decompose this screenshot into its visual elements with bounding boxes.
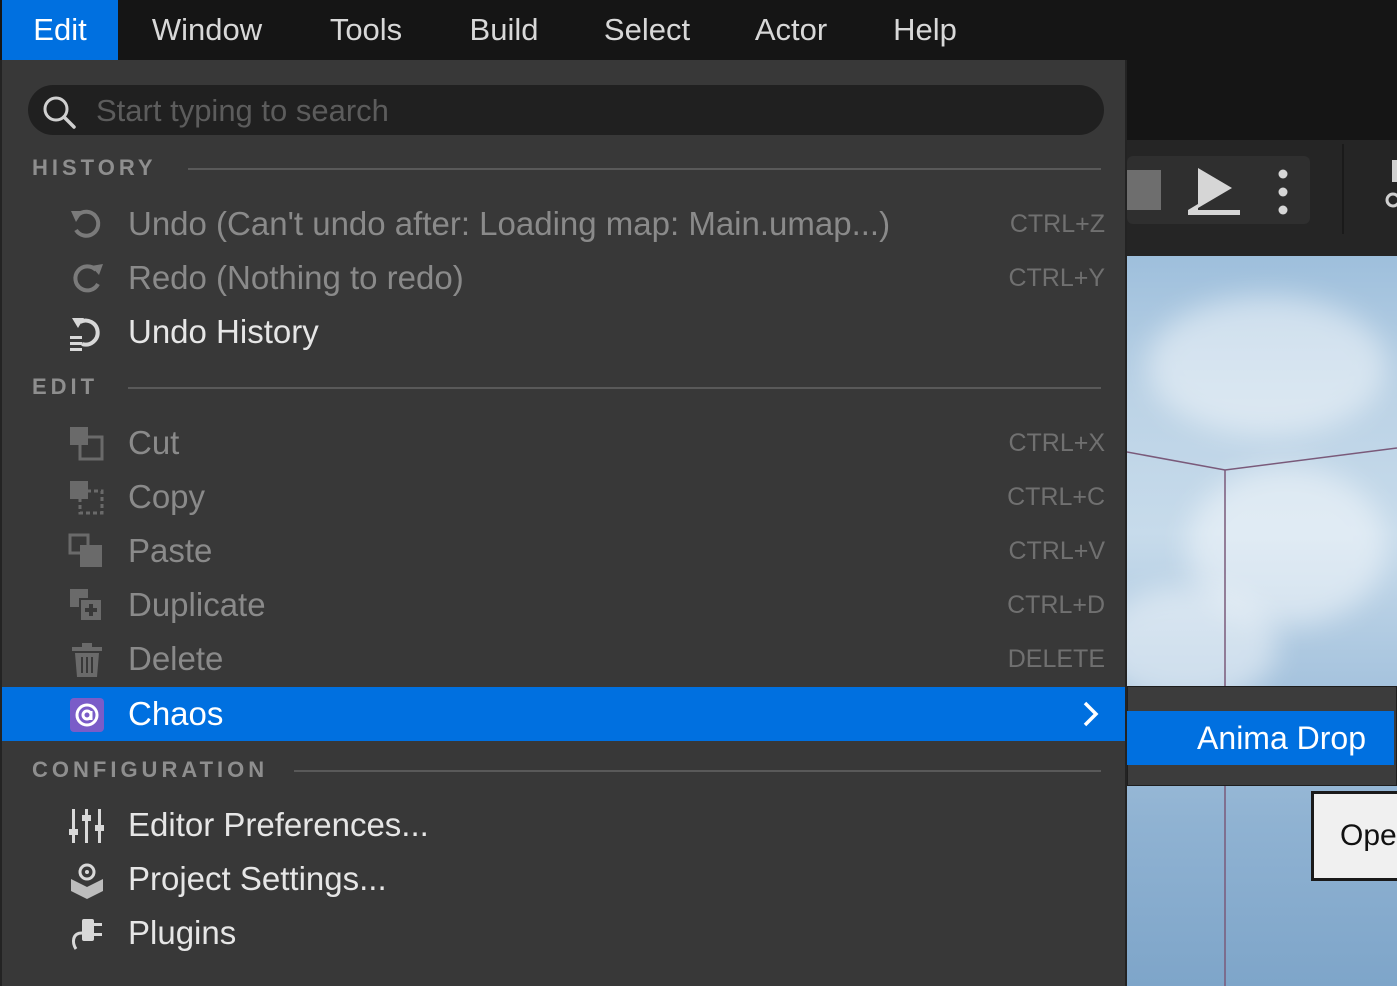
- menu-item-delete[interactable]: Delete DELETE: [2, 632, 1125, 686]
- menu-item-label: Project Settings...: [128, 860, 387, 897]
- section-history: HISTORY: [2, 148, 1129, 188]
- menu-item-chaos[interactable]: Chaos: [2, 687, 1125, 741]
- shortcut-label: CTRL+D: [1007, 591, 1105, 619]
- menu-item-copy[interactable]: Copy CTRL+C: [2, 470, 1125, 524]
- shortcut-label: CTRL+Z: [1009, 210, 1105, 238]
- menu-tools[interactable]: Tools: [306, 0, 426, 60]
- menu-help[interactable]: Help: [872, 0, 978, 60]
- submenu-item-anima-drop[interactable]: Anima Drop: [1127, 711, 1394, 765]
- copy-icon: [70, 481, 104, 515]
- shortcut-label: CTRL+V: [1008, 537, 1105, 565]
- menu-item-label: Paste: [128, 532, 213, 569]
- menu-item-duplicate[interactable]: Duplicate CTRL+D: [2, 578, 1125, 632]
- menu-edit[interactable]: Edit: [2, 0, 118, 60]
- menu-item-label: Chaos: [128, 695, 224, 732]
- sliders-icon: [69, 809, 104, 843]
- search-input[interactable]: [94, 85, 1078, 137]
- play-icon[interactable]: [1184, 164, 1244, 218]
- section-label: EDIT: [32, 374, 99, 399]
- menu-item-undo-history[interactable]: Undo History: [2, 305, 1125, 359]
- menu-build[interactable]: Build: [447, 0, 561, 60]
- menu-item-paste[interactable]: Paste CTRL+V: [2, 524, 1125, 578]
- shortcut-label: CTRL+Y: [1008, 264, 1105, 292]
- menu-item-label: Cut: [128, 424, 180, 461]
- toolbar-separator: [1342, 144, 1344, 234]
- section-configuration: CONFIGURATION: [2, 750, 1129, 790]
- main-menu-bar: Edit Window Tools Build Select Actor Hel…: [0, 0, 1397, 60]
- cut-icon: [70, 427, 104, 461]
- menu-item-label: Duplicate: [128, 586, 266, 623]
- mode-icon[interactable]: [1383, 160, 1397, 220]
- section-edit: EDIT: [2, 367, 1129, 407]
- section-divider: [294, 770, 1101, 772]
- menu-item-plugins[interactable]: Plugins: [2, 906, 1125, 960]
- editor-window: Anima Drop Oper Edit Window Tools Build …: [0, 0, 1397, 986]
- menu-item-label: Undo History: [128, 313, 319, 350]
- kebab-menu-icon[interactable]: [1268, 166, 1298, 218]
- redo-icon: [73, 264, 103, 293]
- menu-item-label: Plugins: [128, 914, 237, 951]
- open-button[interactable]: Oper: [1311, 791, 1397, 881]
- section-label: CONFIGURATION: [32, 757, 269, 782]
- section-divider: [188, 168, 1101, 170]
- menu-item-cut[interactable]: Cut CTRL+X: [2, 416, 1125, 470]
- duplicate-icon: [70, 589, 103, 622]
- menu-item-label: Copy: [128, 478, 206, 515]
- chaos-icon: [70, 698, 104, 732]
- paste-icon: [68, 533, 102, 567]
- project-settings-icon: [71, 863, 103, 899]
- menu-item-label: Delete: [128, 640, 224, 677]
- trash-icon: [72, 643, 102, 677]
- shortcut-label: DELETE: [1007, 645, 1105, 673]
- menu-search: [28, 85, 1104, 137]
- edit-menu-dropdown: HISTORY Undo (Can't undo after: Loading …: [0, 60, 1127, 986]
- menu-item-label: Editor Preferences...: [128, 806, 429, 843]
- menu-item-redo[interactable]: Redo (Nothing to redo) CTRL+Y: [2, 251, 1125, 305]
- stop-icon[interactable]: [1127, 170, 1161, 210]
- menu-actor[interactable]: Actor: [732, 0, 850, 60]
- undo-icon: [71, 209, 101, 238]
- chevron-right-icon: [1083, 701, 1099, 727]
- menu-item-label: Redo (Nothing to redo): [128, 259, 464, 296]
- menu-item-editor-preferences[interactable]: Editor Preferences...: [2, 798, 1125, 852]
- plugin-icon: [72, 919, 102, 950]
- menu-item-project-settings[interactable]: Project Settings...: [2, 852, 1125, 906]
- menu-item-label: Undo (Can't undo after: Loading map: Mai…: [128, 205, 891, 242]
- undo-history-icon: [70, 318, 100, 351]
- section-label: HISTORY: [32, 155, 157, 180]
- section-divider: [128, 387, 1101, 389]
- shortcut-label: CTRL+C: [1007, 483, 1105, 511]
- menu-select[interactable]: Select: [582, 0, 712, 60]
- menu-window[interactable]: Window: [128, 0, 286, 60]
- shortcut-label: CTRL+X: [1008, 429, 1105, 457]
- menu-item-undo[interactable]: Undo (Can't undo after: Loading map: Mai…: [2, 197, 1125, 251]
- search-icon: [43, 96, 76, 129]
